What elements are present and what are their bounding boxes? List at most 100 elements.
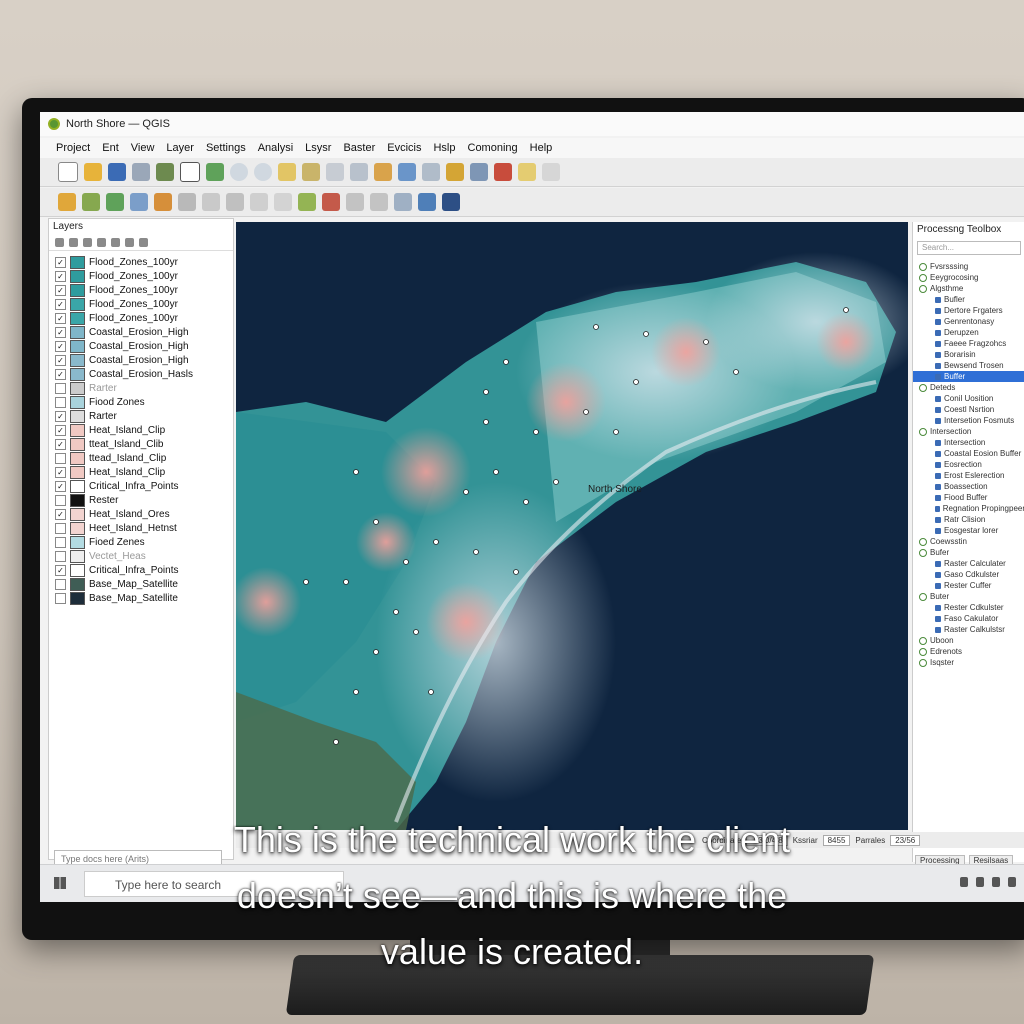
algorithm-item[interactable]: Faeee Fragzohcs [913,338,1024,349]
algorithm-item[interactable]: Eosrection [913,459,1024,470]
layer-visibility-checkbox[interactable]: ✓ [55,256,66,268]
toggle-editing-icon[interactable] [178,193,196,211]
menu-item-raster[interactable]: Baster [343,142,375,154]
algorithm-item[interactable]: Bufler [913,294,1024,305]
menu-item-layer[interactable]: Layer [166,142,194,154]
select-features-icon[interactable] [446,163,464,181]
digitize-icon[interactable] [226,193,244,211]
layer-item[interactable]: ✓ Critical_Infra_Points [55,479,233,493]
layer-visibility-checkbox[interactable]: ✓ [55,368,66,380]
save-edits-icon[interactable] [202,193,220,211]
python-console-icon[interactable] [442,193,460,211]
algorithm-item[interactable]: Intersetion Fosmuts [913,415,1024,426]
manage-theme-icon[interactable] [83,237,92,247]
algorithm-item[interactable]: Rester Cdkulster [913,602,1024,613]
algorithm-item[interactable]: Regnation Propingpeer [913,503,1024,514]
zoom-last-icon[interactable] [326,163,344,181]
menu-item-web[interactable]: Hslp [433,142,455,154]
change-label-icon[interactable] [394,193,412,211]
menu-item-help[interactable]: Help [530,142,553,154]
remove-layer-icon[interactable] [139,237,148,247]
algorithm-item[interactable]: Derupzen [913,327,1024,338]
layer-visibility-checkbox[interactable]: ✓ [55,354,66,366]
map-canvas[interactable]: North Shore [236,222,908,830]
layer-item[interactable]: ✓ Flood_Zones_100yr [55,283,233,297]
label-tool-icon[interactable] [298,193,316,211]
algorithm-item[interactable]: Borarisin [913,349,1024,360]
layer-visibility-checkbox[interactable]: ✓ [55,480,66,492]
layer-item[interactable]: Base_Map_Satellite [55,577,233,591]
annotation-icon[interactable] [542,163,560,181]
algorithm-item[interactable]: Ratr Clision [913,514,1024,525]
filter-legend-icon[interactable] [97,237,106,247]
layer-visibility-checkbox[interactable]: ✓ [55,410,66,422]
layer-item[interactable]: ✓ tteat_Island_Clib [55,437,233,451]
zoom-full-icon[interactable] [278,163,296,181]
provider-group[interactable]: Deteds [913,382,1024,393]
layer-visibility-checkbox[interactable]: ✓ [55,508,66,520]
add-vector-layer-icon[interactable] [58,193,76,211]
new-project-icon[interactable] [58,162,78,182]
algorithm-item[interactable]: Rester Cuffer [913,580,1024,591]
layer-visibility-checkbox[interactable]: ✓ [55,340,66,352]
toolbox-search-input[interactable]: Search... [917,241,1021,255]
layer-item[interactable]: Base_Map_Satellite [55,591,233,605]
add-wms-icon[interactable] [154,193,172,211]
layer-visibility-checkbox[interactable] [55,592,66,604]
algorithm-item[interactable]: Raster Calkulstsr [913,624,1024,635]
undo-icon[interactable] [274,193,292,211]
menu-item-view[interactable]: View [131,142,155,154]
add-delimited-text-icon[interactable] [106,193,124,211]
menu-item-project[interactable]: Project [56,142,90,154]
layer-visibility-checkbox[interactable] [55,550,66,562]
provider-group[interactable]: Algsthme [913,283,1024,294]
measure-icon[interactable] [518,163,536,181]
layer-item[interactable]: ✓ Heat_Island_Clip [55,465,233,479]
layer-visibility-checkbox[interactable] [55,578,66,590]
algorithm-item[interactable]: Gaso Cdkulster [913,569,1024,580]
layer-item[interactable]: ✓ Flood_Zones_100yr [55,269,233,283]
algorithm-item[interactable]: Erost Eslerection [913,470,1024,481]
algorithm-item[interactable]: Dertore Frgaters [913,305,1024,316]
layer-visibility-checkbox[interactable] [55,452,66,464]
algorithm-item[interactable]: Intersection [913,437,1024,448]
plugins-icon[interactable] [418,193,436,211]
print-layout-icon[interactable] [132,163,150,181]
menu-item-processing[interactable]: Comoning [468,142,518,154]
algorithm-item[interactable]: Genrentonasy [913,316,1024,327]
pin-label-icon[interactable] [322,193,340,211]
layer-visibility-checkbox[interactable] [55,494,66,506]
layer-item[interactable]: Vectet_Heas [55,549,233,563]
collapse-all-icon[interactable] [125,237,134,247]
layer-visibility-checkbox[interactable]: ✓ [55,270,66,282]
refresh-icon[interactable] [398,163,416,181]
layer-visibility-checkbox[interactable] [55,522,66,534]
menu-item-edit[interactable]: Ent [102,142,119,154]
layer-item[interactable]: ✓ Critical_Infra_Points [55,563,233,577]
layer-item[interactable]: Rarter [55,381,233,395]
layer-visibility-checkbox[interactable]: ✓ [55,466,66,478]
menu-item-settings[interactable]: Settings [206,142,246,154]
add-raster-layer-icon[interactable] [82,193,100,211]
layer-item[interactable]: ✓ Flood_Zones_100yr [55,297,233,311]
pan-to-selection-icon[interactable] [206,163,224,181]
algorithm-item[interactable]: Bewsend Trosen [913,360,1024,371]
layer-item[interactable]: ✓ Flood_Zones_100yr [55,311,233,325]
menu-item-vector[interactable]: Lsysr [305,142,331,154]
layer-visibility-checkbox[interactable]: ✓ [55,298,66,310]
provider-group[interactable]: Isqster [913,657,1024,668]
algorithm-item[interactable]: Conil Uosition [913,393,1024,404]
provider-group[interactable]: Eeygrocosing [913,272,1024,283]
attribute-table-icon[interactable] [470,163,488,181]
open-project-icon[interactable] [84,163,102,181]
vertex-tool-icon[interactable] [250,193,268,211]
layer-visibility-checkbox[interactable] [55,396,66,408]
layer-visibility-checkbox[interactable] [55,382,66,394]
pan-map-icon[interactable] [180,162,200,182]
provider-group[interactable]: Intersection [913,426,1024,437]
expand-all-icon[interactable] [111,237,120,247]
layer-visibility-checkbox[interactable]: ✓ [55,424,66,436]
algorithm-item[interactable]: Boassection [913,481,1024,492]
provider-group[interactable]: Coewsstin [913,536,1024,547]
layer-item[interactable]: Fioed Zenes [55,535,233,549]
